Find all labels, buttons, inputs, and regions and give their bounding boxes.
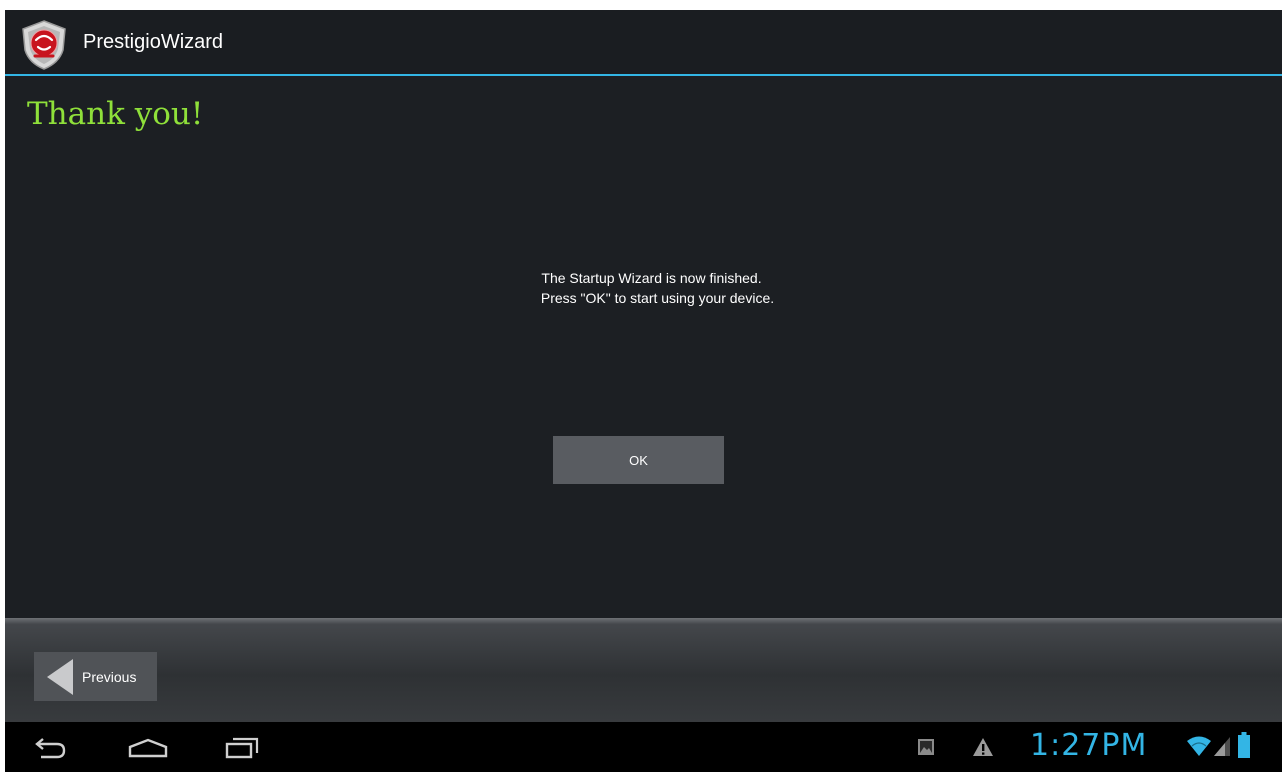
warning-notification-icon[interactable] <box>972 737 994 757</box>
wifi-icon <box>1187 736 1211 756</box>
wizard-footer: Previous <box>5 618 1282 722</box>
status-clock: 1:27PM <box>1030 728 1148 763</box>
app-title: PrestigioWizard <box>83 31 224 53</box>
back-arrow-icon <box>47 658 73 695</box>
finish-message: The Startup Wizard is now finished. Pres… <box>5 268 1282 308</box>
message-line-1: The Startup Wizard is now finished. <box>541 270 762 286</box>
battery-icon <box>1238 732 1250 758</box>
gallery-notification-icon[interactable] <box>917 738 935 756</box>
prestigio-app-icon <box>22 20 66 70</box>
system-navigation-bar: 1:27PM <box>5 722 1282 772</box>
home-nav-icon[interactable] <box>127 737 169 759</box>
recent-apps-nav-icon[interactable] <box>225 737 259 759</box>
ok-button[interactable]: OK <box>553 436 724 484</box>
signal-icon <box>1214 737 1230 756</box>
back-nav-icon[interactable] <box>33 737 67 759</box>
screen: PrestigioWizard Thank you! The Startup W… <box>5 10 1282 772</box>
previous-label: Previous <box>82 668 137 685</box>
message-line-2: Press "OK" to start using your device. <box>540 290 775 306</box>
page-heading: Thank you! <box>27 96 204 132</box>
action-bar: PrestigioWizard <box>5 10 1282 76</box>
previous-button[interactable]: Previous <box>34 652 157 701</box>
